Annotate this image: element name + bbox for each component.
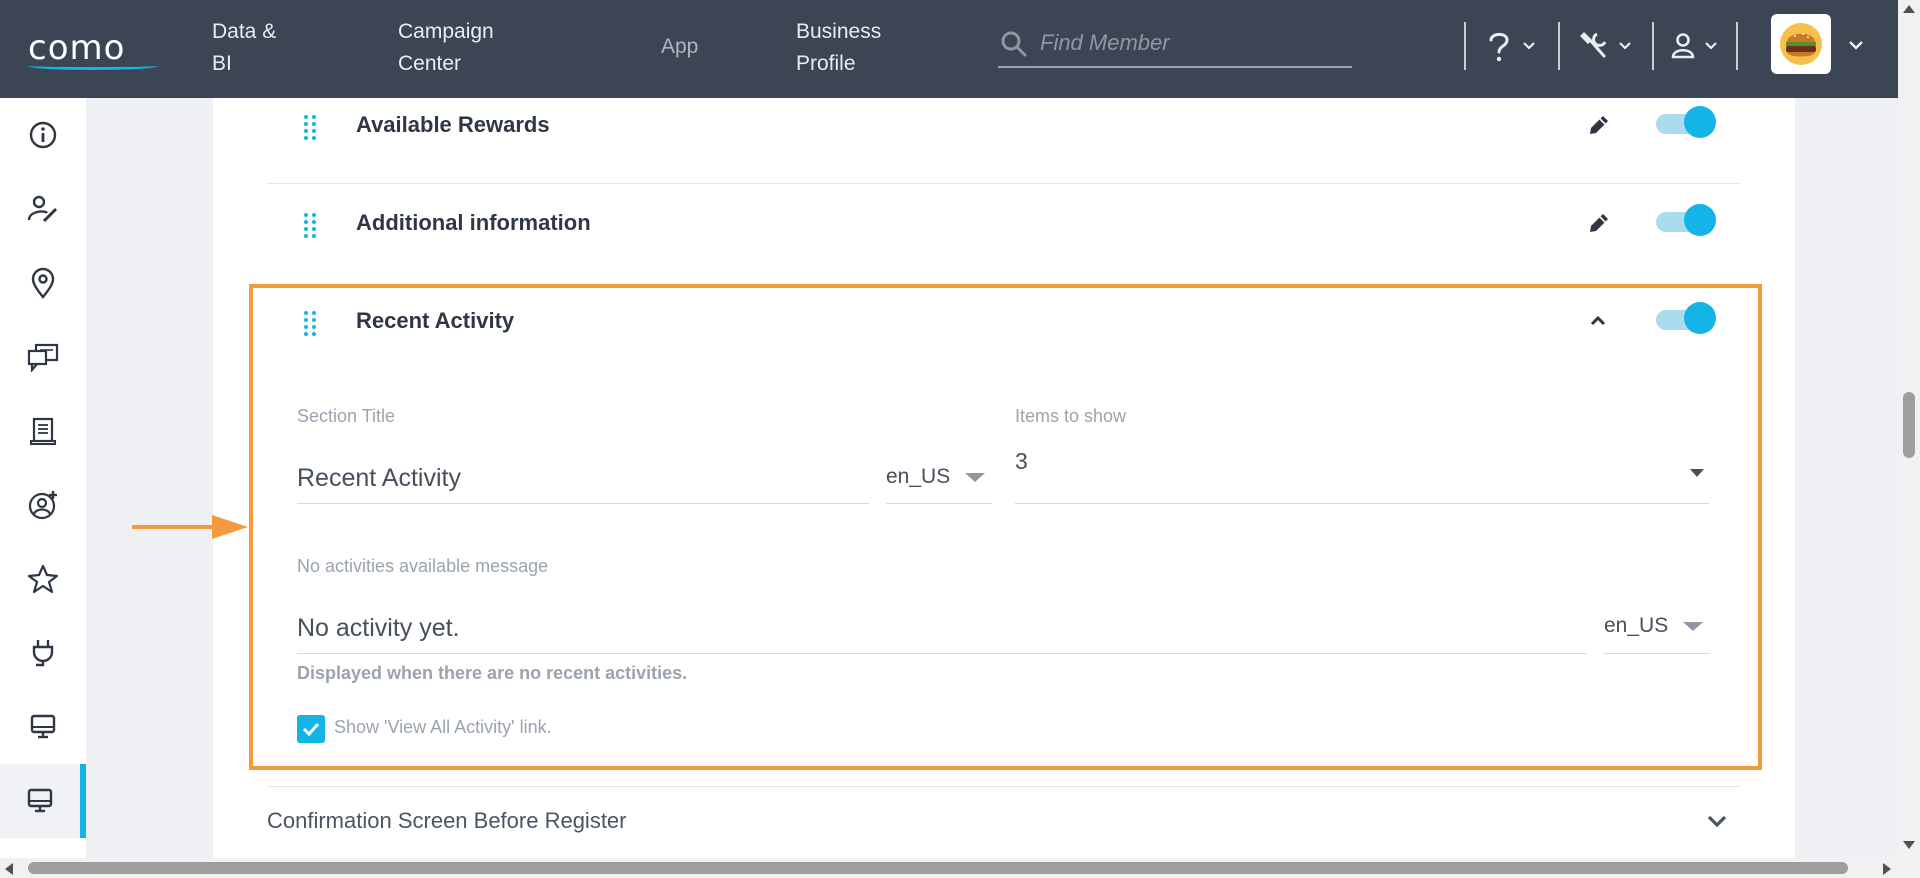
nav-app[interactable]: App [661,31,698,63]
section-title: Additional information [356,210,591,235]
nav-campaign-center[interactable]: Campaign Center [398,16,494,80]
section-title: Available Rewards [356,112,550,137]
nav-campaign-line1: Campaign [398,20,494,43]
toggle-knob [1684,204,1716,236]
chat-icon [27,343,59,372]
help-icon [1489,32,1509,62]
sidebar-item-app-display[interactable] [0,764,86,838]
nav-campaign-line2: Center [398,52,462,75]
logo-swoosh [28,62,158,70]
chevron-down-icon [1523,42,1535,50]
location-pin-icon [31,267,55,299]
chevron-down-icon [1619,42,1631,50]
chevron-down-icon[interactable] [1706,814,1728,830]
burger-logo-icon [1780,23,1822,65]
highlight-box [249,284,1762,770]
row-divider [267,786,1740,787]
sidebar-item-display[interactable] [0,690,86,764]
sidebar-item-integrations[interactable] [0,616,86,690]
sidebar-item-members[interactable] [0,468,86,542]
header-separator [1464,22,1466,70]
sidebar-item-messages[interactable] [0,320,86,394]
sidebar-item-locations[interactable] [0,246,86,320]
scroll-up-arrow-icon[interactable] [1902,4,1916,14]
star-icon [27,564,59,594]
top-nav: como Data & BI Campaign Center App Busin… [0,0,1898,98]
header-separator [1736,22,1738,70]
sidebar-item-info[interactable] [0,98,86,172]
section-row-available-rewards: Available Rewards [267,86,1740,184]
arrow-right-icon [132,515,248,539]
header-separator [1652,22,1654,70]
receipt-icon [30,417,56,445]
horizontal-scroll-thumb[interactable] [28,862,1848,874]
help-menu-button[interactable] [1484,24,1536,68]
settings-menu-button[interactable] [1578,24,1632,68]
monitor-icon [30,714,56,739]
header-separator [1558,22,1560,70]
vertical-scroll-thumb[interactable] [1903,392,1915,458]
drag-handle-icon[interactable] [303,212,317,238]
business-avatar[interactable] [1771,14,1831,74]
section-row-additional-information: Additional information [267,184,1740,282]
info-icon [29,121,57,149]
chevron-down-icon [1705,42,1717,50]
left-sidebar [0,98,86,858]
user-icon [1671,33,1695,59]
pencil-icon[interactable] [1586,210,1612,236]
sidebar-item-rewards[interactable] [0,542,86,616]
wrench-icon [1580,32,1607,58]
pencil-icon[interactable] [1586,112,1612,138]
chevron-down-icon[interactable] [1848,40,1864,52]
find-member-search [998,22,1352,68]
scroll-left-arrow-icon[interactable] [4,862,14,876]
nav-data-bi-line2: BI [212,52,232,75]
search-icon [1001,31,1027,57]
nav-business-line2: Profile [796,52,856,75]
search-input[interactable] [1040,26,1340,60]
user-add-icon [28,491,57,520]
nav-data-bi[interactable]: Data & BI [212,16,276,80]
plug-icon [32,640,54,667]
toggle-knob [1684,106,1716,138]
sidebar-item-user-edit[interactable] [0,172,86,246]
nav-business-line1: Business [796,20,882,43]
scroll-down-arrow-icon[interactable] [1902,840,1916,850]
drag-handle-icon[interactable] [303,114,317,140]
user-menu-button[interactable] [1670,24,1718,68]
sidebar-item-receipts[interactable] [0,394,86,468]
scroll-right-arrow-icon[interactable] [1882,862,1892,876]
monitor-icon [27,788,53,813]
nav-business-profile[interactable]: Business Profile [796,16,881,80]
nav-data-bi-line1: Data & [212,20,277,43]
user-edit-icon [27,195,58,223]
section-row-confirmation-screen[interactable]: Confirmation Screen Before Register [267,808,627,834]
